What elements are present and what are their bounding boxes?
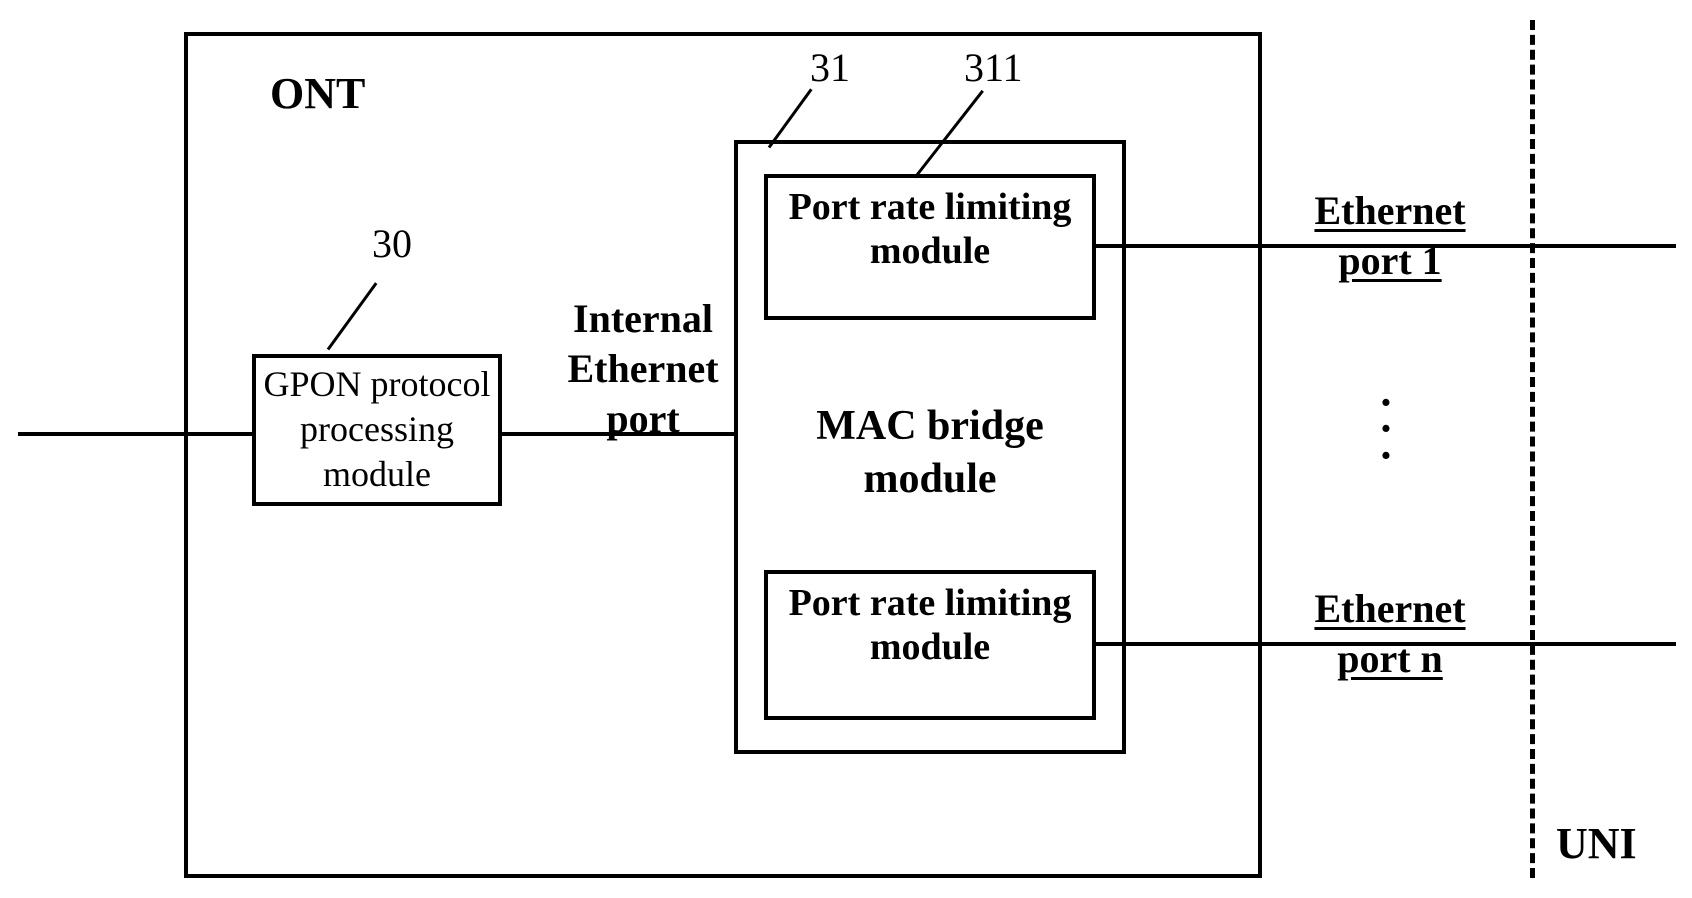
- ref-30: 30: [372, 222, 412, 266]
- line-gpon-to-macbridge: [502, 432, 734, 436]
- port-rate-limiting-n-label: Port rate limiting module: [764, 582, 1096, 669]
- mac-bridge-label: MAC bridge module: [776, 400, 1084, 505]
- internal-ethernet-port-label: Internal Ethernet port: [548, 294, 738, 444]
- ethernet-ports-ellipsis: ···: [1376, 390, 1396, 469]
- gpon-module-label: GPON protocol processing module: [252, 362, 502, 497]
- ethernet-port-1-text: Ethernet port 1: [1314, 188, 1465, 283]
- ont-title: ONT: [270, 70, 365, 118]
- ethernet-port-1-label: Ethernet port 1: [1280, 186, 1500, 286]
- ref-31: 31: [810, 46, 850, 90]
- uni-boundary-line: [1530, 20, 1535, 878]
- ethernet-port-n-text: Ethernet port n: [1314, 586, 1465, 681]
- ref-311: 311: [964, 46, 1023, 90]
- line-left-input: [18, 432, 252, 436]
- diagram-canvas: ONT 31 311 30 GPON protocol processing m…: [0, 0, 1692, 898]
- uni-label: UNI: [1556, 820, 1637, 868]
- ethernet-port-n-label: Ethernet port n: [1280, 584, 1500, 684]
- port-rate-limiting-1-label: Port rate limiting module: [764, 186, 1096, 273]
